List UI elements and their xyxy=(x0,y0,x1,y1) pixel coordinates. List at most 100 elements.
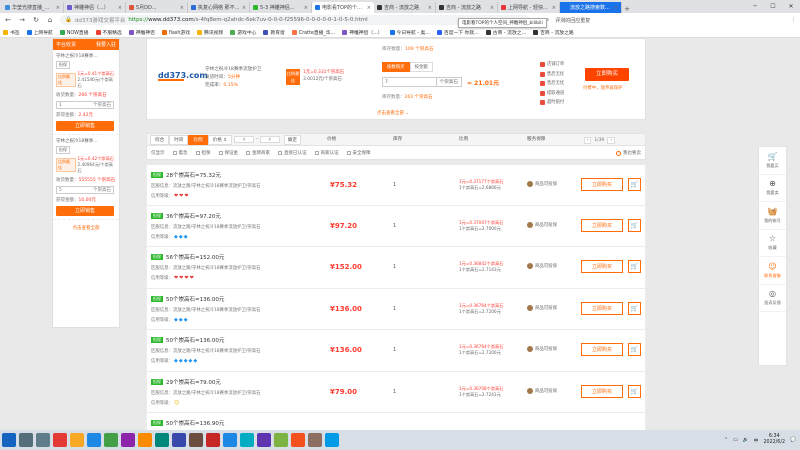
ime-indicator[interactable]: 中 xyxy=(754,437,759,444)
taskbar-app2-icon[interactable] xyxy=(121,433,135,447)
taskbar-app8-icon[interactable] xyxy=(223,433,237,447)
sidebar-quantity-input[interactable]: 1 个崇高石 xyxy=(56,101,114,109)
bookmark-item[interactable]: 百度一下 你就... xyxy=(436,29,479,36)
browser-tab[interactable]: 上网导航 - 轻快上网 从...× xyxy=(498,2,560,13)
taskbar-app5-icon[interactable] xyxy=(172,433,186,447)
add-to-cart-icon[interactable]: 🛒 xyxy=(628,260,641,273)
filter-checkbox[interactable]: 安全保障 xyxy=(346,150,371,156)
prev-page-button[interactable]: ‹ xyxy=(583,137,592,144)
float-cart-button[interactable]: 🛒 我要买 xyxy=(759,147,786,175)
checkbox-box[interactable] xyxy=(314,151,319,155)
bookmark-item[interactable]: 游戏中心 xyxy=(230,29,256,36)
taskbar-app3-icon[interactable] xyxy=(138,433,152,447)
browser-tab[interactable]: 神雕神侣（...） × xyxy=(64,2,126,13)
extensions-icon[interactable]: ⋮ xyxy=(791,17,796,23)
notification-icon[interactable]: 💬 xyxy=(790,438,796,443)
browser-tab[interactable]: 5-3 神雕神侣... × xyxy=(250,2,312,13)
tab-close-icon[interactable]: × xyxy=(614,5,618,11)
browser-tab[interactable]: 吉商 - 流放之路 × xyxy=(374,2,436,13)
taskbar-app14-icon[interactable] xyxy=(325,433,339,447)
taskbar-search-icon[interactable] xyxy=(19,433,33,447)
maximize-button[interactable]: ☐ xyxy=(764,0,782,13)
bookmark-item[interactable]: 神雕神侣 xyxy=(128,29,155,36)
taskbar-chrome-icon[interactable] xyxy=(53,433,67,447)
listing-title[interactable]: 50个崇高石=136.90元 xyxy=(166,419,224,427)
filter-checkbox[interactable]: 着急 xyxy=(172,150,188,156)
add-to-cart-icon[interactable]: 🛒 xyxy=(628,178,641,191)
sell-now-button[interactable]: 立即销售 xyxy=(56,206,114,216)
filter-checkbox[interactable]: 保证金 xyxy=(218,150,238,156)
price-from-input[interactable]: ¥ xyxy=(234,136,255,143)
taskbar-start-icon[interactable] xyxy=(2,433,16,447)
bookmark-item[interactable]: NOW直播 xyxy=(59,29,89,36)
sort-price[interactable]: 价格 ⇕ xyxy=(207,134,233,145)
checkbox-box[interactable] xyxy=(346,151,351,155)
taskbar-app9-icon[interactable] xyxy=(240,433,254,447)
checkbox-box[interactable] xyxy=(218,151,223,155)
checkbox-box[interactable] xyxy=(278,151,282,155)
checkbox-box[interactable] xyxy=(172,151,177,155)
taskbar-app10-icon[interactable] xyxy=(257,433,271,447)
sort-ratio[interactable]: 比例 xyxy=(188,134,208,145)
want-to-sell-link[interactable]: 我也要卖 xyxy=(616,150,641,156)
buy-now-button[interactable]: 立即购买 xyxy=(581,384,623,398)
buy-now-button[interactable]: 立即购买 xyxy=(581,301,623,315)
browser-tab[interactable]: 5月DD... × xyxy=(126,2,188,13)
float-sell-button[interactable]: ⊕ 我要卖 xyxy=(759,175,786,202)
search-suggestion[interactable]: 评测的回应重复 xyxy=(555,17,590,24)
filter-checkbox[interactable]: 金牌商家 xyxy=(246,150,270,156)
add-to-cart-icon[interactable]: 🛒 xyxy=(628,301,641,315)
float-service-button[interactable]: ☺ 联系客服 xyxy=(759,257,786,285)
new-tab-button[interactable]: + xyxy=(622,5,632,13)
bookmark-item[interactable]: 上网导航 xyxy=(26,29,53,36)
buy-now-button[interactable]: 立即购买 xyxy=(581,218,623,232)
taskbar-app6-icon[interactable] xyxy=(189,433,203,447)
buy-now-button[interactable]: 立即购买 xyxy=(581,178,623,191)
bookmark-item[interactable]: 教育窗 xyxy=(263,29,285,36)
featured-quantity-input[interactable]: 7 个崇高石 xyxy=(382,77,462,87)
tab-buy-by-amount[interactable]: 按金额 xyxy=(409,62,433,72)
checkbox-box[interactable] xyxy=(246,151,250,155)
next-page-button[interactable]: › xyxy=(607,137,615,144)
bookmark-item[interactable]: 书签 xyxy=(3,29,20,36)
sidebar-more-link[interactable]: 点击查看全部 xyxy=(53,220,119,236)
taskbar-explorer-icon[interactable] xyxy=(70,433,84,447)
filter-checkbox[interactable]: 直接已认证 xyxy=(278,150,307,156)
search-icon[interactable]: ⌕ xyxy=(546,17,549,23)
add-to-cart-icon[interactable]: 🛒 xyxy=(628,343,641,356)
tab-close-icon[interactable]: × xyxy=(490,5,494,11)
bookmark-item[interactable]: 古商 - 流放之... xyxy=(485,29,526,36)
filter-checkbox[interactable]: 担保 xyxy=(195,150,211,156)
tab-close-icon[interactable]: × xyxy=(56,5,60,11)
tab-buy-by-quantity[interactable]: 按数购买 xyxy=(382,62,410,72)
float-feedback-button[interactable]: ◎ 投诉反馈 xyxy=(759,285,786,312)
tab-close-icon[interactable]: × xyxy=(552,5,556,11)
filter-checkbox[interactable]: 仅显示 xyxy=(151,150,165,156)
tab-close-icon[interactable]: × xyxy=(180,5,184,11)
tab-close-icon[interactable]: × xyxy=(428,5,432,11)
sell-now-button[interactable]: 立即销售 xyxy=(56,121,114,131)
join-link[interactable]: 我要入驻 xyxy=(96,41,116,48)
reload-button[interactable]: ↻ xyxy=(32,16,40,24)
bookmark-item[interactable]: 不服精选 xyxy=(95,29,122,36)
browser-tab[interactable]: 流放之路搜索数据平台× xyxy=(560,2,622,13)
bookmark-item[interactable]: 神雕神侣（...） xyxy=(342,29,383,36)
tab-close-icon[interactable]: × xyxy=(304,5,308,11)
taskbar-app11-icon[interactable] xyxy=(274,433,288,447)
home-button[interactable]: ⌂ xyxy=(46,16,54,24)
volume-icon[interactable]: 🔊 xyxy=(743,438,749,443)
add-to-cart-icon[interactable]: 🛒 xyxy=(628,384,641,398)
listing-title[interactable]: 50个崇高石=136.00元 xyxy=(166,336,224,344)
listing-title[interactable]: 56个崇高石=152.00元 xyxy=(166,253,224,261)
float-star-button[interactable]: ☆ 收藏 xyxy=(759,230,786,257)
close-window-button[interactable]: ✕ xyxy=(782,0,800,13)
browser-tab[interactable]: 华莹光搜直播_华莹光搜大...× xyxy=(2,2,64,13)
network-icon[interactable]: ▭ xyxy=(733,438,738,443)
featured-more-link[interactable]: 点击查看全部 ⌄ xyxy=(377,110,409,116)
bookmark-item[interactable]: flash游戏 xyxy=(161,29,190,36)
buy-now-button[interactable]: 立即购买 xyxy=(581,260,623,273)
listing-title[interactable]: 28个崇高石=75.32元 xyxy=(166,171,221,179)
sort-time[interactable]: 时间 xyxy=(169,134,189,145)
tab-close-icon[interactable]: × xyxy=(367,5,371,11)
price-to-input[interactable]: ¥ xyxy=(259,136,280,143)
